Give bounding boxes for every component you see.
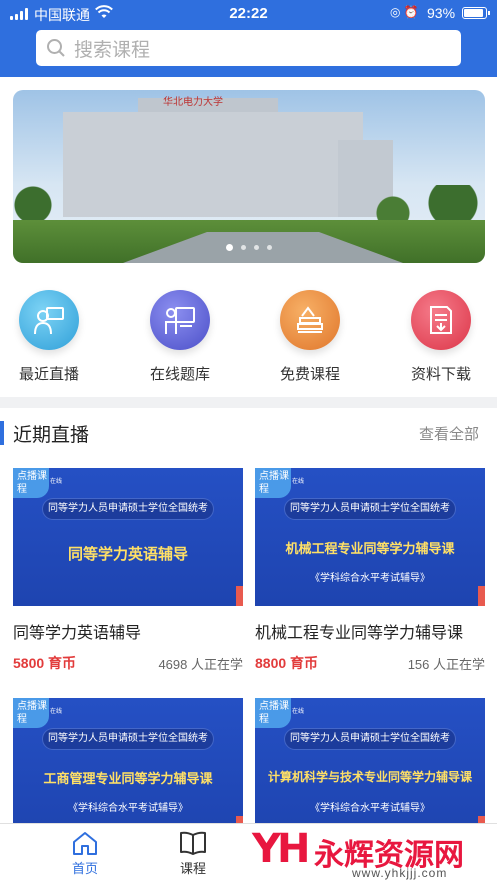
course-main-title: 工商管理专业同等学力辅导课 (43, 771, 213, 786)
course-tag: 点播课程 (255, 468, 291, 498)
course-main-title: 计算机科学与技术专业同等学力辅导课 (267, 770, 472, 784)
learner-count: 156 人正在学 (407, 657, 485, 672)
course-tag: 点播课程 (13, 468, 49, 498)
course-card[interactable]: 点播课程 在线 同等学力人员申请硕士学位全国统考 计算机科学与技术专业同等学力辅… (255, 698, 485, 836)
university-sign: 华北电力大学 (163, 97, 223, 108)
section-header: 近期直播 查看全部 (0, 420, 497, 446)
brand-logo: 在线 (50, 709, 63, 715)
category-menu: 最近直播 在线题库 免费课程 资料下载 (0, 290, 497, 390)
course-price: 5800 育币 (13, 655, 77, 671)
category-download[interactable]: 资料下载 (391, 290, 491, 384)
alarm-icon: ◎ ⏰ (390, 5, 419, 19)
course-thumbnail: 点播课程 在线 同等学力人员申请硕士学位全国统考 工商管理专业同等学力辅导课 《… (13, 698, 243, 836)
carousel-dot[interactable] (241, 245, 246, 250)
course-subtitle: 《学科综合水平考试辅导》 (310, 573, 430, 584)
course-tag: 点播课程 (255, 698, 291, 728)
tab-label: 课程 (179, 861, 206, 876)
course-title: 机械工程专业同等学力辅导课 (255, 625, 464, 642)
course-header: 同等学力人员申请硕士学位全国统考 (43, 729, 213, 749)
search-header: 搜索课程 (0, 27, 497, 77)
book-icon (180, 831, 206, 855)
download-document-icon (411, 290, 471, 350)
view-all-link[interactable]: 查看全部 (419, 423, 479, 444)
category-label: 在线题库 (149, 366, 210, 383)
carousel-dot[interactable] (226, 244, 233, 251)
search-input[interactable]: 搜索课程 (36, 30, 461, 66)
course-card[interactable]: 点播课程 在线 同等学力人员申请硕士学位全国统考 工商管理专业同等学力辅导课 《… (13, 698, 243, 836)
course-card[interactable]: 点播课程 在线 同等学力人员申请硕士学位全国统考 机械工程专业同等学力辅导课 《… (255, 468, 485, 673)
watermark-logo: YH (252, 826, 310, 872)
status-bar: 中国联通 22:22 ◎ ⏰ 93% (0, 0, 497, 27)
carousel-dot[interactable] (267, 245, 272, 250)
live-teacher-icon (19, 290, 79, 350)
category-recent-live[interactable]: 最近直播 (0, 290, 99, 384)
carousel-dots (13, 244, 485, 251)
course-subtitle: 《学科综合水平考试辅导》 (310, 803, 430, 814)
watermark-url: www.yhkjjj.com (352, 866, 448, 880)
home-icon (73, 832, 97, 855)
category-free-course[interactable]: 免费课程 (260, 290, 360, 384)
course-main-title: 机械工程专业同等学力辅导课 (285, 541, 455, 556)
course-tag: 点播课程 (13, 698, 49, 728)
site-watermark: YH 永辉资源网 www.yhkjjj.com (252, 826, 497, 883)
course-header: 同等学力人员申请硕士学位全国统考 (285, 499, 455, 519)
free-course-books-icon (280, 290, 340, 350)
learner-count: 4698 人正在学 (158, 657, 243, 672)
section-divider (0, 397, 497, 408)
category-label: 最近直播 (18, 366, 79, 383)
course-title: 同等学力英语辅导 (13, 625, 142, 642)
brand-logo: 在线 (50, 479, 63, 485)
banner-carousel[interactable]: 华北电力大学 (13, 90, 485, 263)
brand-logo: 在线 (292, 709, 305, 715)
course-subtitle: 《学科综合水平考试辅导》 (68, 803, 188, 814)
battery-icon (462, 7, 490, 19)
tab-courses[interactable]: 课程 (163, 830, 223, 877)
category-label: 免费课程 (279, 366, 340, 383)
carousel-dot[interactable] (254, 245, 259, 250)
category-question-bank[interactable]: 在线题库 (130, 290, 230, 384)
course-thumbnail: 点播课程 在线 同等学力人员申请硕士学位全国统考 同等学力英语辅导 (13, 468, 243, 606)
course-card[interactable]: 点播课程 在线 同等学力人员申请硕士学位全国统考 同等学力英语辅导 同等学力英语… (13, 468, 243, 673)
course-thumbnail: 点播课程 在线 同等学力人员申请硕士学位全国统考 机械工程专业同等学力辅导课 《… (255, 468, 485, 606)
tab-label: 首页 (71, 861, 98, 876)
section-accent-bar (0, 421, 4, 445)
section-title: 近期直播 (13, 425, 90, 446)
search-icon (47, 39, 65, 57)
search-placeholder: 搜索课程 (74, 39, 151, 61)
course-header: 同等学力人员申请硕士学位全国统考 (43, 499, 213, 519)
course-price: 8800 育币 (255, 655, 319, 671)
battery-percent: 93% (427, 5, 456, 21)
course-main-title: 同等学力英语辅导 (67, 546, 188, 563)
course-thumbnail: 点播课程 在线 同等学力人员申请硕士学位全国统考 计算机科学与技术专业同等学力辅… (255, 698, 485, 836)
category-label: 资料下载 (410, 366, 471, 383)
question-bank-board-icon (150, 290, 210, 350)
tab-home[interactable]: 首页 (55, 830, 115, 877)
brand-logo: 在线 (292, 479, 305, 485)
clock: 22:22 (229, 5, 268, 22)
course-header: 同等学力人员申请硕士学位全国统考 (285, 729, 455, 749)
